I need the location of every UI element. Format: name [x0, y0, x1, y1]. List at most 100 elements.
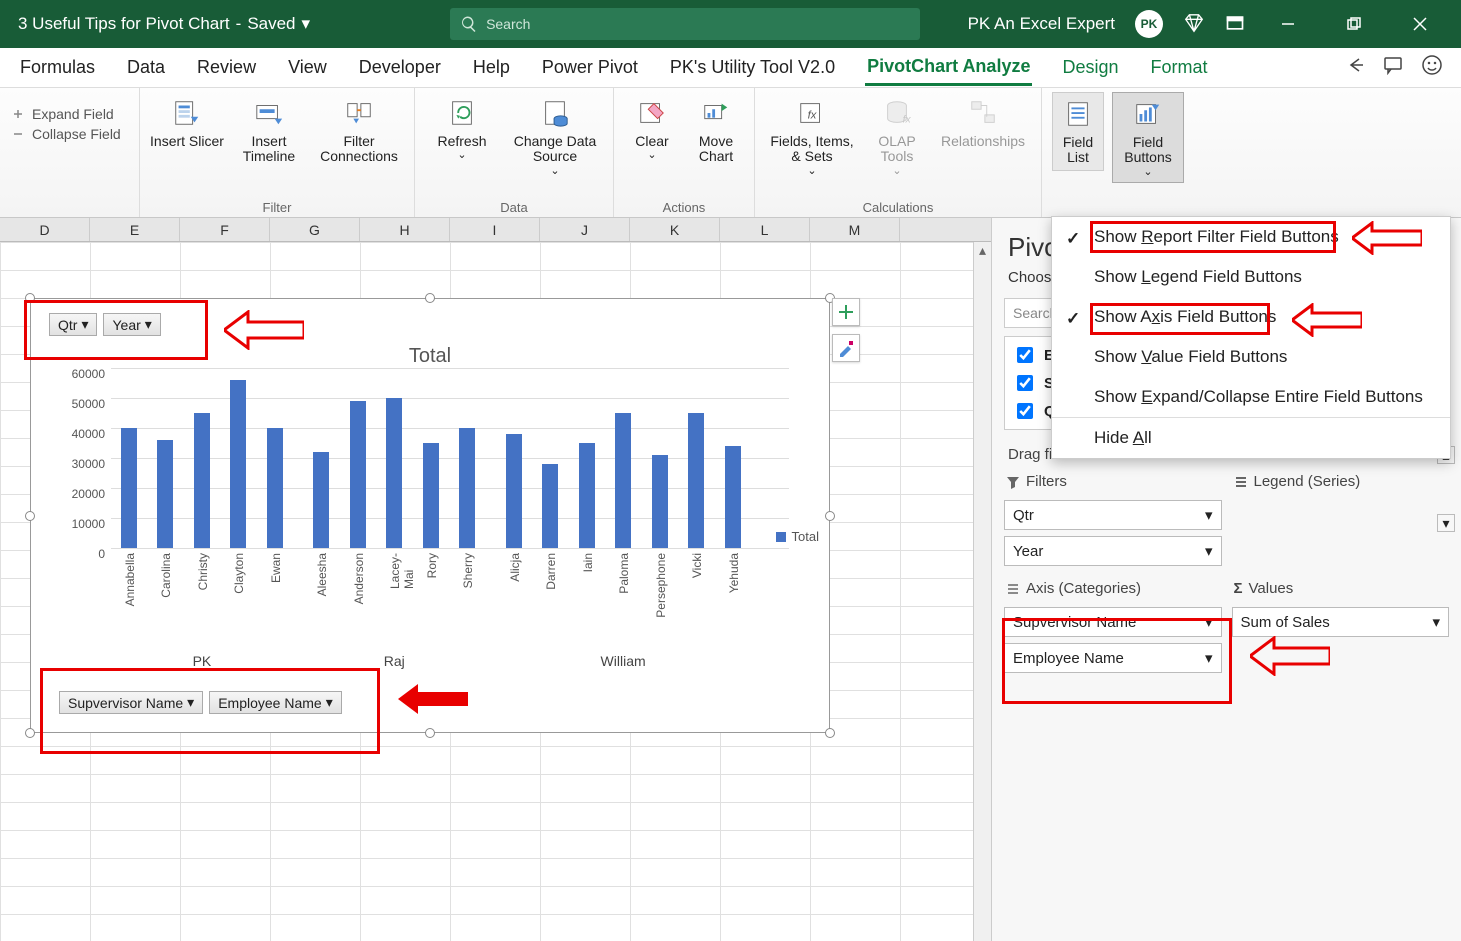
fields-items-sets-button[interactable]: fx Fields, Items, & Sets⌄: [765, 92, 859, 181]
tab-pk-utility[interactable]: PK's Utility Tool V2.0: [668, 51, 837, 84]
tab-powerpivot[interactable]: Power Pivot: [540, 51, 640, 84]
insert-slicer-button[interactable]: Insert Slicer: [150, 92, 224, 153]
chart-bar: [386, 398, 402, 548]
svg-text:fx: fx: [808, 110, 817, 122]
comments-icon[interactable]: [1383, 55, 1403, 80]
dd-hide-all[interactable]: Hide All: [1052, 418, 1450, 458]
move-chart-button[interactable]: Move Chart: [688, 92, 744, 169]
olap-tools-button: fx OLAP Tools⌄: [867, 92, 927, 181]
check-icon: ✓: [1066, 309, 1080, 329]
col-header[interactable]: L: [720, 218, 810, 241]
chevron-down-icon: ▾: [1205, 649, 1213, 667]
chart-bar: [652, 455, 668, 548]
tab-help[interactable]: Help: [471, 51, 512, 84]
col-header[interactable]: G: [270, 218, 360, 241]
chart-legend: Total: [776, 529, 819, 544]
expand-field-button[interactable]: Expand Field: [10, 106, 121, 122]
axis-item-supervisor[interactable]: Supvervisor Name▾: [1004, 607, 1222, 637]
x-axis-label: Rory: [425, 553, 439, 578]
vertical-scrollbar[interactable]: ▴: [973, 242, 991, 941]
tab-design[interactable]: Design: [1060, 51, 1120, 84]
column-headers: D E F G H I J K L M: [0, 218, 991, 242]
tab-review[interactable]: Review: [195, 51, 258, 84]
filter-item-qtr[interactable]: Qtr▾: [1004, 500, 1222, 530]
maximize-button[interactable]: [1331, 0, 1377, 48]
tab-format[interactable]: Format: [1149, 51, 1210, 84]
filter-connections-icon: [342, 96, 376, 130]
filter-connections-button[interactable]: Filter Connections: [314, 92, 404, 169]
x-axis-label: Yehuda: [727, 553, 741, 593]
change-data-source-button[interactable]: Change Data Source⌄: [507, 92, 603, 181]
col-header[interactable]: J: [540, 218, 630, 241]
col-header[interactable]: H: [360, 218, 450, 241]
search-placeholder: Search: [486, 16, 530, 32]
smiley-icon[interactable]: [1421, 54, 1443, 81]
dd-show-legend[interactable]: Show Legend Field Buttons: [1052, 257, 1450, 297]
x-axis-label: Annabella: [123, 553, 137, 606]
dd-show-axis[interactable]: ✓Show Axis Field Buttons: [1052, 297, 1450, 337]
field-list-icon: [1061, 97, 1095, 131]
axis-area[interactable]: Axis (Categories) Supvervisor Name▾ Empl…: [1004, 576, 1222, 673]
group-label: Raj: [313, 653, 475, 669]
clear-button[interactable]: Clear⌄: [624, 92, 680, 165]
col-header[interactable]: F: [180, 218, 270, 241]
share-icon[interactable]: [1345, 55, 1365, 80]
collapse-field-button[interactable]: Collapse Field: [10, 126, 121, 142]
values-area[interactable]: ΣValues Sum of Sales▾: [1232, 576, 1450, 673]
search-icon: [460, 15, 478, 33]
search-box[interactable]: Search: [450, 8, 920, 40]
refresh-button[interactable]: Refresh⌄: [425, 92, 499, 165]
chart-bar: [542, 464, 558, 548]
field-list-button[interactable]: Field List: [1052, 92, 1104, 171]
chart-bar: [230, 380, 246, 548]
col-header[interactable]: D: [0, 218, 90, 241]
clear-icon: [635, 96, 669, 130]
field-buttons-button[interactable]: Field Buttons⌄: [1112, 92, 1184, 183]
chevron-down-icon: ▾: [1432, 613, 1440, 631]
user-avatar-icon[interactable]: PK: [1135, 10, 1163, 38]
chart-bar: [157, 440, 173, 548]
filter-item-year[interactable]: Year▾: [1004, 536, 1222, 566]
dd-show-expand-collapse[interactable]: Show Expand/Collapse Entire Field Button…: [1052, 377, 1450, 417]
scroll-up-icon[interactable]: ▴: [974, 242, 991, 260]
tab-pivotchart-analyze[interactable]: PivotChart Analyze: [865, 50, 1032, 86]
col-header[interactable]: E: [90, 218, 180, 241]
chevron-down-icon[interactable]: ▾: [302, 14, 311, 34]
value-item-sum[interactable]: Sum of Sales▾: [1232, 607, 1450, 637]
chart-filter-year[interactable]: Year▾: [103, 313, 160, 336]
tab-view[interactable]: View: [286, 51, 329, 84]
chevron-down-icon: ▾: [1205, 613, 1213, 631]
close-button[interactable]: [1397, 0, 1443, 48]
chart-filter-qtr[interactable]: Qtr▾: [49, 313, 97, 336]
tab-formulas[interactable]: Formulas: [18, 51, 97, 84]
pivot-chart[interactable]: Qtr▾ Year▾ Total 01000020000300004000050…: [30, 298, 830, 733]
diamond-icon[interactable]: [1183, 12, 1205, 37]
insert-timeline-button[interactable]: Insert Timeline: [232, 92, 306, 169]
x-axis-label: Carolina: [159, 553, 173, 598]
svg-text:fx: fx: [903, 114, 912, 125]
axis-item-employee[interactable]: Employee Name▾: [1004, 643, 1222, 673]
tab-developer[interactable]: Developer: [357, 51, 443, 84]
chevron-down-icon: ▾: [1205, 542, 1213, 560]
x-axis-label: Anderson: [352, 553, 366, 604]
dd-show-value[interactable]: Show Value Field Buttons: [1052, 337, 1450, 377]
minimize-button[interactable]: [1265, 0, 1311, 48]
dd-show-report-filter[interactable]: ✓Show Report Filter Field Buttons: [1052, 217, 1450, 257]
legend-area[interactable]: Legend (Series): [1232, 469, 1450, 566]
col-header[interactable]: K: [630, 218, 720, 241]
col-header[interactable]: I: [450, 218, 540, 241]
worksheet[interactable]: D E F G H I J K L M ▴ Qtr▾ Ye: [0, 218, 991, 941]
chart-brush-button[interactable]: [832, 334, 860, 362]
ribbon-display-icon[interactable]: [1225, 13, 1245, 36]
scroll-down-icon[interactable]: ▾: [1437, 514, 1455, 532]
chart-axis-employee[interactable]: Employee Name▾: [209, 691, 342, 714]
chart-axis-supervisor[interactable]: Supvervisor Name▾: [59, 691, 203, 714]
chart-bar: [615, 413, 631, 548]
chart-plus-button[interactable]: [832, 298, 860, 326]
tab-data[interactable]: Data: [125, 51, 167, 84]
chart-bar: [194, 413, 210, 548]
col-header[interactable]: M: [810, 218, 900, 241]
x-axis-label: Alicja: [508, 553, 522, 582]
chart-bar: [350, 401, 366, 548]
filters-area[interactable]: Filters Qtr▾ Year▾: [1004, 469, 1222, 566]
